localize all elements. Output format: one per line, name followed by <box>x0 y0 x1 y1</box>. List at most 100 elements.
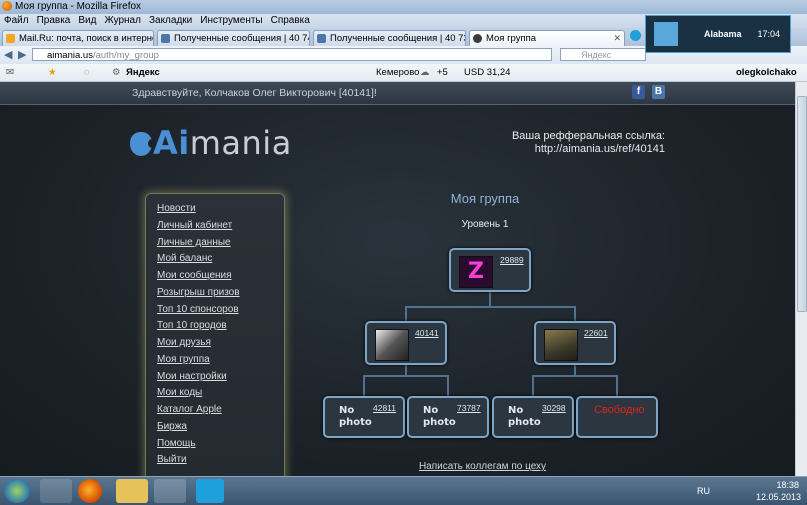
no-photo-label: No photo <box>423 405 456 428</box>
gear-icon[interactable]: ⚙ <box>112 64 121 81</box>
start-button[interactable] <box>4 479 30 503</box>
connector-line <box>574 306 576 322</box>
city-label[interactable]: Кемерово <box>376 64 419 81</box>
tree-node-l3-free[interactable]: Свободно <box>576 396 658 438</box>
menu-view[interactable]: Вид <box>78 15 96 26</box>
menu-tools[interactable]: Инструменты <box>200 15 262 26</box>
notification-time: 17:04 <box>757 29 780 39</box>
facebook-icon[interactable]: f <box>632 85 645 99</box>
connector-line <box>405 306 407 322</box>
tree-node-root[interactable]: Z 29889 <box>449 248 531 292</box>
page-title: Моя группа <box>450 191 520 206</box>
tree-node-l3[interactable]: No photo 42811 <box>323 396 405 438</box>
level-label: Уровень 1 <box>461 219 509 230</box>
apple-icon <box>130 132 156 156</box>
member-id[interactable]: 22601 <box>584 328 608 338</box>
apple-icon <box>473 34 482 43</box>
referral-url[interactable]: http://aimania.us/ref/40141 <box>512 143 665 156</box>
connector-line <box>532 375 534 397</box>
avatar <box>544 329 578 361</box>
weather-value[interactable]: +5 <box>437 64 448 81</box>
skype-icon[interactable] <box>630 30 641 41</box>
media-icon[interactable] <box>154 479 186 503</box>
member-id[interactable]: 42811 <box>373 403 396 413</box>
member-id[interactable]: 30298 <box>542 403 566 413</box>
ie-icon[interactable] <box>40 479 72 503</box>
sidebar-item-top-sponsors[interactable]: Топ 10 спонсоров <box>157 304 239 315</box>
close-icon[interactable]: ✕ <box>613 31 621 46</box>
sidebar-item-settings[interactable]: Мои настройки <box>157 371 227 382</box>
url-path: /auth/my_group <box>92 50 159 61</box>
tree-node-l2-left[interactable]: 40141 <box>365 321 447 365</box>
sidebar-item-codes[interactable]: Мои коды <box>157 387 202 398</box>
sidebar-item-news[interactable]: Новости <box>157 203 196 214</box>
tab-messages-2[interactable]: Полученные сообщения | 40 735 со... <box>313 30 466 46</box>
search-placeholder: Яндекс <box>581 50 612 60</box>
star-icon[interactable]: ★ <box>48 64 57 81</box>
connector-line <box>532 375 617 377</box>
sidebar-item-prizes[interactable]: Розыгрыш призов <box>157 287 240 298</box>
system-tray: RU 18:38 12.05.2013 <box>667 477 807 505</box>
page-scrollbar[interactable] <box>795 82 807 476</box>
tree-node-l3[interactable]: No photo 73787 <box>407 396 489 438</box>
tab-label: Полученные сообщения | 40 740 со... <box>174 33 309 44</box>
tree-node-l2-right[interactable]: 22601 <box>534 321 616 365</box>
url-host: aimania.us <box>47 50 93 61</box>
member-id[interactable]: 40141 <box>415 328 439 338</box>
greeting-bar: Здравствуйте, Колчаков Олег Викторович [… <box>0 82 795 105</box>
menu-help[interactable]: Справка <box>271 15 310 26</box>
tab-label: Полученные сообщения | 40 735 со... <box>330 33 465 44</box>
back-icon[interactable]: ◀ <box>4 48 12 62</box>
skype-icon[interactable] <box>196 479 224 503</box>
sidebar-item-catalog[interactable]: Каталог Apple <box>157 404 222 415</box>
sidebar-item-cabinet[interactable]: Личный кабинет <box>157 220 232 231</box>
greeting-text: Здравствуйте, Колчаков Олег Викторович [… <box>132 87 377 99</box>
firefox-icon[interactable] <box>78 479 102 503</box>
user-label[interactable]: olegkolchako <box>736 64 797 81</box>
tab-my-group[interactable]: Моя группа ✕ <box>469 30 625 46</box>
tab-messages-1[interactable]: Полученные сообщения | 40 740 со... <box>157 30 310 46</box>
mail-icon[interactable]: ✉ <box>6 64 14 81</box>
vk-icon[interactable]: B <box>652 85 665 99</box>
referral-label: Ваша рефферальная ссылка: <box>511 130 665 142</box>
write-colleagues-link[interactable]: Написать коллегам по цеху <box>395 461 570 472</box>
scrollbar-thumb[interactable] <box>797 96 807 312</box>
tree-node-l3[interactable]: No photo 30298 <box>492 396 574 438</box>
sidebar-item-help[interactable]: Помощь <box>157 438 196 449</box>
skype-notification[interactable]: Alabama 17:04 <box>645 15 791 53</box>
referral-block: Ваша рефферальная ссылка: http://aimania… <box>512 130 665 156</box>
menu-file[interactable]: Файл <box>4 15 29 26</box>
connector-line <box>447 375 449 397</box>
chat-icon[interactable]: ◌ <box>84 64 90 81</box>
sidebar-item-exchange[interactable]: Биржа <box>157 421 187 432</box>
sidebar-item-top-cities[interactable]: Топ 10 городов <box>157 320 227 331</box>
tab-mailru[interactable]: Mail.Ru: почта, поиск в интернете, н... <box>2 30 154 46</box>
sidebar-item-friends[interactable]: Мои друзья <box>157 337 211 348</box>
site-logo[interactable]: Aimania <box>130 124 292 162</box>
yandex-logo[interactable]: Яндекс <box>126 64 160 81</box>
menu-edit[interactable]: Правка <box>37 15 71 26</box>
free-slot-label: Свободно <box>594 404 645 416</box>
sidebar-item-balance[interactable]: Мой баланс <box>157 253 212 264</box>
language-indicator[interactable]: RU <box>697 486 710 496</box>
member-id[interactable]: 73787 <box>457 403 481 413</box>
address-bar[interactable]: aimania.us/auth/my_group <box>32 48 552 61</box>
menu-history[interactable]: Журнал <box>104 15 141 26</box>
sidebar-item-personal-data[interactable]: Личные данные <box>157 237 231 248</box>
folder-icon[interactable] <box>116 479 148 503</box>
forward-icon[interactable]: ▶ <box>18 48 26 62</box>
sidebar-item-group[interactable]: Моя группа <box>157 354 210 365</box>
avatar-letter-z: Z <box>468 259 484 284</box>
menu-bookmarks[interactable]: Закладки <box>149 15 192 26</box>
window-title: Моя группа - Mozilla Firefox <box>15 1 142 12</box>
currency-value[interactable]: USD 31,24 <box>464 64 510 81</box>
sidebar-item-messages[interactable]: Мои сообщения <box>157 270 232 281</box>
clock-time[interactable]: 18:38 <box>776 480 799 490</box>
member-id[interactable]: 29889 <box>500 255 524 265</box>
clock-date[interactable]: 12.05.2013 <box>756 492 801 502</box>
mailru-icon <box>6 34 15 43</box>
sidebar-menu: Новости Личный кабинет Личные данные Мой… <box>145 193 285 476</box>
search-input[interactable]: Яндекс <box>560 48 646 61</box>
sidebar-item-logout[interactable]: Выйти <box>157 454 187 465</box>
vk-icon <box>317 34 326 43</box>
